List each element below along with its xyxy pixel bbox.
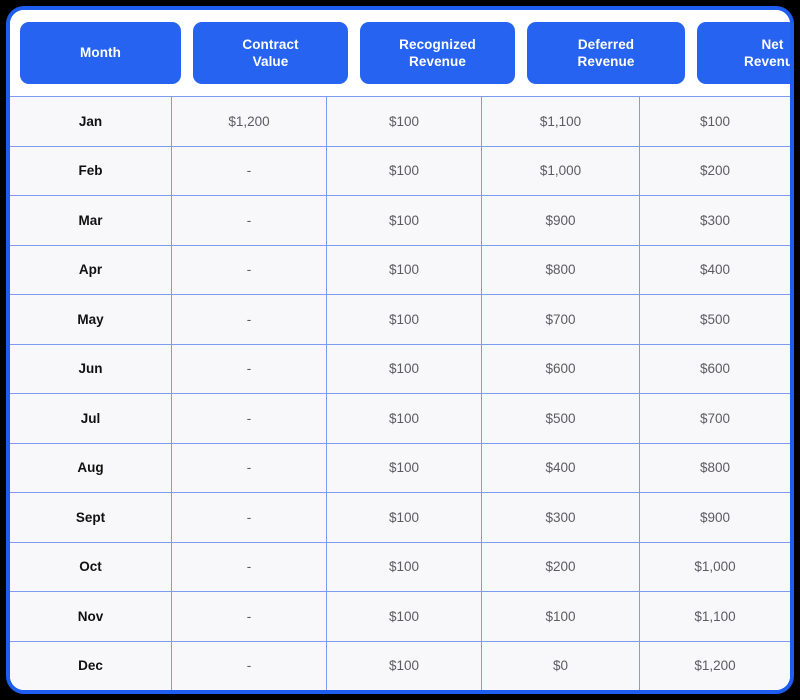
cell-contract-value: - bbox=[171, 196, 326, 245]
column-header-line: Revenue bbox=[744, 54, 794, 69]
cell-deferred-revenue: $1,000 bbox=[481, 146, 639, 195]
cell-recognized-revenue: $100 bbox=[326, 97, 481, 146]
cell-net-revenue: $900 bbox=[639, 493, 790, 542]
cell-deferred-revenue: $700 bbox=[481, 295, 639, 344]
cell-net-revenue: $500 bbox=[639, 295, 790, 344]
cell-recognized-revenue: $100 bbox=[326, 196, 481, 245]
cell-contract-value: $1,200 bbox=[171, 97, 326, 146]
cell-contract-value: - bbox=[171, 146, 326, 195]
cell-deferred-revenue: $800 bbox=[481, 245, 639, 294]
cell-net-revenue: $200 bbox=[639, 146, 790, 195]
cell-month: Mar bbox=[78, 212, 103, 228]
column-header-line: Revenue bbox=[409, 54, 466, 69]
cell-recognized-revenue: $100 bbox=[326, 443, 481, 492]
table-row[interactable]: Sept - $100 $300 $900 bbox=[10, 492, 790, 542]
cell-contract-value: - bbox=[171, 443, 326, 492]
column-header-label: Net Revenue bbox=[744, 36, 794, 71]
cell-recognized-revenue: $100 bbox=[326, 245, 481, 294]
column-header-month[interactable]: Month bbox=[20, 22, 181, 84]
column-header-line: Month bbox=[80, 45, 121, 61]
cell-recognized-revenue: $100 bbox=[326, 146, 481, 195]
cell-contract-value: - bbox=[171, 493, 326, 542]
cell-recognized-revenue: $100 bbox=[326, 344, 481, 393]
cell-recognized-revenue: $100 bbox=[326, 493, 481, 542]
column-header-recognized-revenue[interactable]: Recognized Revenue bbox=[360, 22, 515, 84]
cell-recognized-revenue: $100 bbox=[326, 641, 481, 690]
cell-net-revenue: $1,000 bbox=[639, 542, 790, 591]
cell-recognized-revenue: $100 bbox=[326, 542, 481, 591]
cell-month: Jun bbox=[78, 361, 103, 377]
column-header-deferred-revenue[interactable]: Deferred Revenue bbox=[527, 22, 685, 84]
cell-deferred-revenue: $100 bbox=[481, 592, 639, 641]
cell-contract-value: - bbox=[171, 542, 326, 591]
cell-month: Jul bbox=[80, 410, 101, 426]
cell-contract-value: - bbox=[171, 592, 326, 641]
cell-month: Jan bbox=[78, 113, 103, 129]
cell-month: Apr bbox=[78, 262, 103, 278]
column-header-line: Net bbox=[761, 36, 784, 52]
cell-net-revenue: $700 bbox=[639, 394, 790, 443]
table-row[interactable]: Nov - $100 $100 $1,100 bbox=[10, 591, 790, 641]
cell-net-revenue: $800 bbox=[639, 443, 790, 492]
cell-net-revenue: $600 bbox=[639, 344, 790, 393]
cell-deferred-revenue: $0 bbox=[481, 641, 639, 690]
column-header-line: Revenue bbox=[577, 54, 635, 69]
cell-contract-value: - bbox=[171, 295, 326, 344]
table-body: Jan $1,200 $100 $1,100 $100 Feb - $100 $1,000 $20… bbox=[10, 96, 790, 690]
table-row[interactable]: Jul - $100 $500 $700 bbox=[10, 393, 790, 443]
revenue-table: Month Contract Value Recognized Revenue Defer… bbox=[10, 10, 790, 690]
cell-month: Nov bbox=[77, 608, 104, 624]
cell-deferred-revenue: $200 bbox=[481, 542, 639, 591]
cell-month: Oct bbox=[79, 559, 102, 575]
cell-contract-value: - bbox=[171, 245, 326, 294]
cell-deferred-revenue: $300 bbox=[481, 493, 639, 542]
cell-net-revenue: $400 bbox=[639, 245, 790, 294]
cell-month: Sept bbox=[75, 509, 106, 525]
cell-month: Dec bbox=[78, 658, 103, 674]
table-row[interactable]: Jan $1,200 $100 $1,100 $100 bbox=[10, 96, 790, 146]
table-row[interactable]: May - $100 $700 $500 bbox=[10, 294, 790, 344]
cell-recognized-revenue: $100 bbox=[326, 295, 481, 344]
column-header-line: Deferred bbox=[577, 36, 635, 52]
column-header-label: Recognized Revenue bbox=[399, 36, 476, 71]
table-header-row: Month Contract Value Recognized Revenue Defer… bbox=[10, 10, 790, 96]
cell-month: May bbox=[77, 311, 104, 327]
table-row[interactable]: Jun - $100 $600 $600 bbox=[10, 343, 790, 393]
cell-recognized-revenue: $100 bbox=[326, 592, 481, 641]
cell-net-revenue: $1,100 bbox=[639, 592, 790, 641]
column-header-net-revenue[interactable]: Net Revenue bbox=[697, 22, 794, 84]
cell-net-revenue: $100 bbox=[639, 97, 790, 146]
column-header-line: Recognized bbox=[399, 36, 476, 52]
column-header-label: Deferred Revenue bbox=[578, 36, 635, 71]
cell-month: Aug bbox=[77, 460, 104, 476]
cell-deferred-revenue: $900 bbox=[481, 196, 639, 245]
column-header-line: Contract bbox=[242, 36, 299, 52]
revenue-table-card: Month Contract Value Recognized Revenue Defer… bbox=[6, 6, 794, 694]
cell-month: Feb bbox=[78, 163, 103, 179]
table-row[interactable]: Apr - $100 $800 $400 bbox=[10, 244, 790, 294]
column-header-contract-value[interactable]: Contract Value bbox=[193, 22, 348, 84]
cell-contract-value: - bbox=[171, 641, 326, 690]
cell-contract-value: - bbox=[171, 344, 326, 393]
cell-net-revenue: $1,200 bbox=[639, 641, 790, 690]
table-row[interactable]: Oct - $100 $200 $1,000 bbox=[10, 541, 790, 591]
cell-contract-value: - bbox=[171, 394, 326, 443]
table-row[interactable]: Aug - $100 $400 $800 bbox=[10, 442, 790, 492]
column-header-line: Value bbox=[252, 54, 289, 69]
table-row[interactable]: Dec - $100 $0 $1,200 bbox=[10, 640, 790, 690]
cell-deferred-revenue: $1,100 bbox=[481, 97, 639, 146]
cell-deferred-revenue: $500 bbox=[481, 394, 639, 443]
cell-recognized-revenue: $100 bbox=[326, 394, 481, 443]
cell-deferred-revenue: $400 bbox=[481, 443, 639, 492]
column-header-label: Month bbox=[80, 44, 121, 61]
column-header-label: Contract Value bbox=[242, 36, 298, 71]
table-row[interactable]: Mar - $100 $900 $300 bbox=[10, 195, 790, 245]
cell-net-revenue: $300 bbox=[639, 196, 790, 245]
table-row[interactable]: Feb - $100 $1,000 $200 bbox=[10, 145, 790, 195]
cell-deferred-revenue: $600 bbox=[481, 344, 639, 393]
